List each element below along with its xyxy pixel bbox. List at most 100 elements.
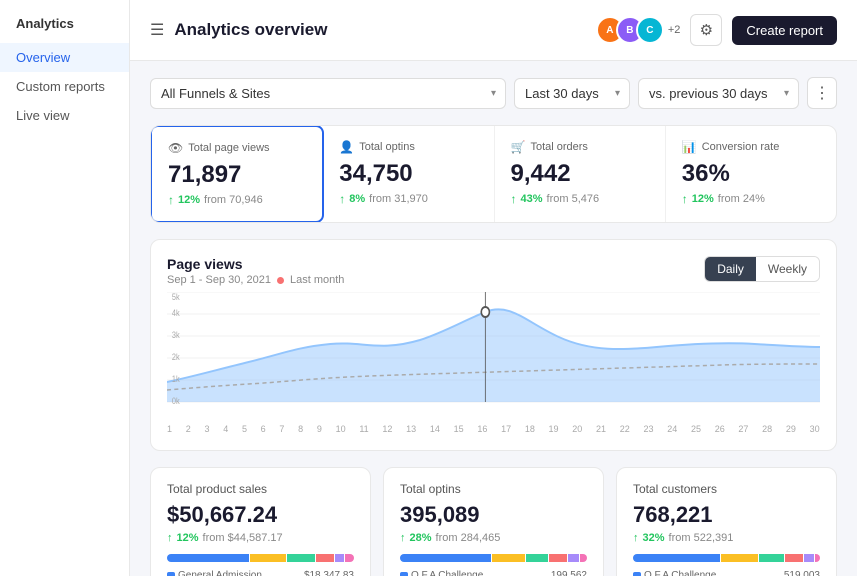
- comparison-select[interactable]: vs. previous 30 days: [638, 78, 799, 109]
- header-left: ☰ Analytics overview: [150, 20, 327, 40]
- bar-legend-2: O.F.A Challenge 519,003: [633, 570, 820, 576]
- stat-label-1: 👤 Total optins: [339, 140, 477, 154]
- bar-seg-0-3: [316, 554, 334, 562]
- hamburger-icon[interactable]: ☰: [150, 20, 164, 40]
- stat-change-0: ↑ 12% from 70,946: [168, 193, 306, 207]
- bar-seg-0-1: [250, 554, 286, 562]
- avatar-3: C: [636, 16, 664, 44]
- bottom-card-0: Total product sales $50,667.24 ↑ 12% fro…: [150, 467, 371, 576]
- x-label-11: 11: [359, 424, 368, 434]
- sidebar-item-custom-reports[interactable]: Custom reports: [0, 72, 129, 101]
- bottom-card-1: Total optins 395,089 ↑ 28% from 284,465 …: [383, 467, 604, 576]
- bottom-arrow-icon-2: ↑: [633, 532, 639, 544]
- stat-change-3: ↑ 12% from 24%: [682, 192, 820, 206]
- filters-bar: All Funnels & Sites Last 30 days vs. pre…: [150, 77, 837, 109]
- bottom-arrow-icon-1: ↑: [400, 532, 406, 544]
- chart-date-range: Sep 1 - Sep 30, 2021: [167, 274, 271, 286]
- bar-seg-0-5: [345, 554, 354, 562]
- chart-header: Page views Sep 1 - Sep 30, 2021 Last mon…: [167, 256, 820, 286]
- x-label-5: 5: [242, 424, 247, 434]
- bottom-card-value-0: $50,667.24: [167, 502, 354, 528]
- stat-card-2: 🛒 Total orders 9,442 ↑ 43% from 5,476: [495, 126, 666, 222]
- settings-button[interactable]: ⚙: [690, 14, 722, 46]
- legend-color-1: [400, 572, 408, 576]
- bar-seg-1-1: [492, 554, 525, 562]
- chart-area: 0k 1k 2k 3k 4k 5k: [167, 292, 820, 422]
- header: ☰ Analytics overview A B C +2 ⚙ Create r…: [130, 0, 857, 61]
- avatar-count: +2: [668, 24, 681, 36]
- arrow-icon-2: ↑: [511, 192, 517, 206]
- content-area: All Funnels & Sites Last 30 days vs. pre…: [130, 61, 857, 576]
- bar-seg-1-4: [568, 554, 579, 562]
- stat-icon-0: 👁: [168, 141, 183, 155]
- stat-icon-3: 📊: [682, 140, 697, 154]
- bar-seg-2-2: [759, 554, 784, 562]
- more-icon: ⋮: [814, 83, 830, 103]
- chart-svg: 0k 1k 2k 3k 4k 5k: [167, 292, 820, 422]
- svg-text:2k: 2k: [172, 352, 181, 362]
- daily-toggle-button[interactable]: Daily: [705, 257, 756, 281]
- period-select[interactable]: Last 30 days: [514, 78, 630, 109]
- more-options-button[interactable]: ⋮: [807, 77, 837, 109]
- svg-text:4k: 4k: [172, 308, 181, 318]
- page-title: Analytics overview: [174, 20, 327, 40]
- stat-label-2: 🛒 Total orders: [511, 140, 649, 154]
- chart-section: Page views Sep 1 - Sep 30, 2021 Last mon…: [150, 239, 837, 451]
- bar-stack-0: [167, 554, 354, 562]
- legend-item-1: O.F.A Challenge: [400, 570, 483, 576]
- x-label-3: 3: [204, 424, 209, 434]
- x-label-22: 22: [620, 424, 630, 434]
- legend-value-2: 519,003: [784, 570, 820, 576]
- x-label-16: 16: [477, 424, 487, 434]
- legend-color-0: [167, 572, 175, 576]
- funnel-filter-wrapper: All Funnels & Sites: [150, 78, 506, 109]
- comparison-filter-wrapper: vs. previous 30 days: [638, 78, 799, 109]
- bottom-card-change-2: ↑ 32% from 522,391: [633, 532, 820, 544]
- x-label-8: 8: [298, 424, 303, 434]
- x-label-24: 24: [667, 424, 677, 434]
- x-label-14: 14: [430, 424, 440, 434]
- x-axis: 1234567891011121314151617181920212223242…: [167, 422, 820, 434]
- funnel-select[interactable]: All Funnels & Sites: [150, 78, 506, 109]
- period-filter-wrapper: Last 30 days: [514, 78, 630, 109]
- legend-value-1: 199,562: [551, 570, 587, 576]
- sidebar: Analytics Overview Custom reports Live v…: [0, 0, 130, 576]
- weekly-toggle-button[interactable]: Weekly: [756, 257, 819, 281]
- stat-value-2: 9,442: [511, 160, 649, 188]
- x-label-15: 15: [454, 424, 464, 434]
- bottom-card-change-0: ↑ 12% from $44,587.17: [167, 532, 354, 544]
- bar-seg-1-5: [580, 554, 587, 562]
- arrow-icon-0: ↑: [168, 193, 174, 207]
- chart-toggle: Daily Weekly: [704, 256, 820, 282]
- chart-hover-point: [481, 307, 489, 317]
- sidebar-title: Analytics: [0, 16, 129, 43]
- legend-value-0: $18,347.83: [304, 570, 354, 576]
- stat-value-3: 36%: [682, 160, 820, 188]
- bottom-card-title-2: Total customers: [633, 482, 820, 496]
- x-label-28: 28: [762, 424, 772, 434]
- bar-seg-1-2: [526, 554, 548, 562]
- bar-seg-2-3: [785, 554, 803, 562]
- arrow-icon-3: ↑: [682, 192, 688, 206]
- sidebar-item-live-view[interactable]: Live view: [0, 101, 129, 130]
- bottom-card-value-2: 768,221: [633, 502, 820, 528]
- x-label-27: 27: [738, 424, 748, 434]
- stats-row: 👁 Total page views 71,897 ↑ 12% from 70,…: [150, 125, 837, 223]
- bottom-cards-row: Total product sales $50,667.24 ↑ 12% fro…: [150, 467, 837, 576]
- chart-main-area: [167, 309, 820, 402]
- svg-text:3k: 3k: [172, 330, 181, 340]
- create-report-button[interactable]: Create report: [732, 16, 837, 45]
- bar-seg-0-0: [167, 554, 249, 562]
- x-label-20: 20: [572, 424, 582, 434]
- x-label-26: 26: [715, 424, 725, 434]
- x-label-4: 4: [223, 424, 228, 434]
- stat-label-0: 👁 Total page views: [168, 141, 306, 155]
- sidebar-item-overview[interactable]: Overview: [0, 43, 129, 72]
- bottom-card-title-0: Total product sales: [167, 482, 354, 496]
- x-label-2: 2: [186, 424, 191, 434]
- x-label-17: 17: [501, 424, 511, 434]
- stat-label-3: 📊 Conversion rate: [682, 140, 820, 154]
- bar-seg-1-3: [549, 554, 567, 562]
- x-label-25: 25: [691, 424, 701, 434]
- legend-item-0: General Admission: [167, 570, 262, 576]
